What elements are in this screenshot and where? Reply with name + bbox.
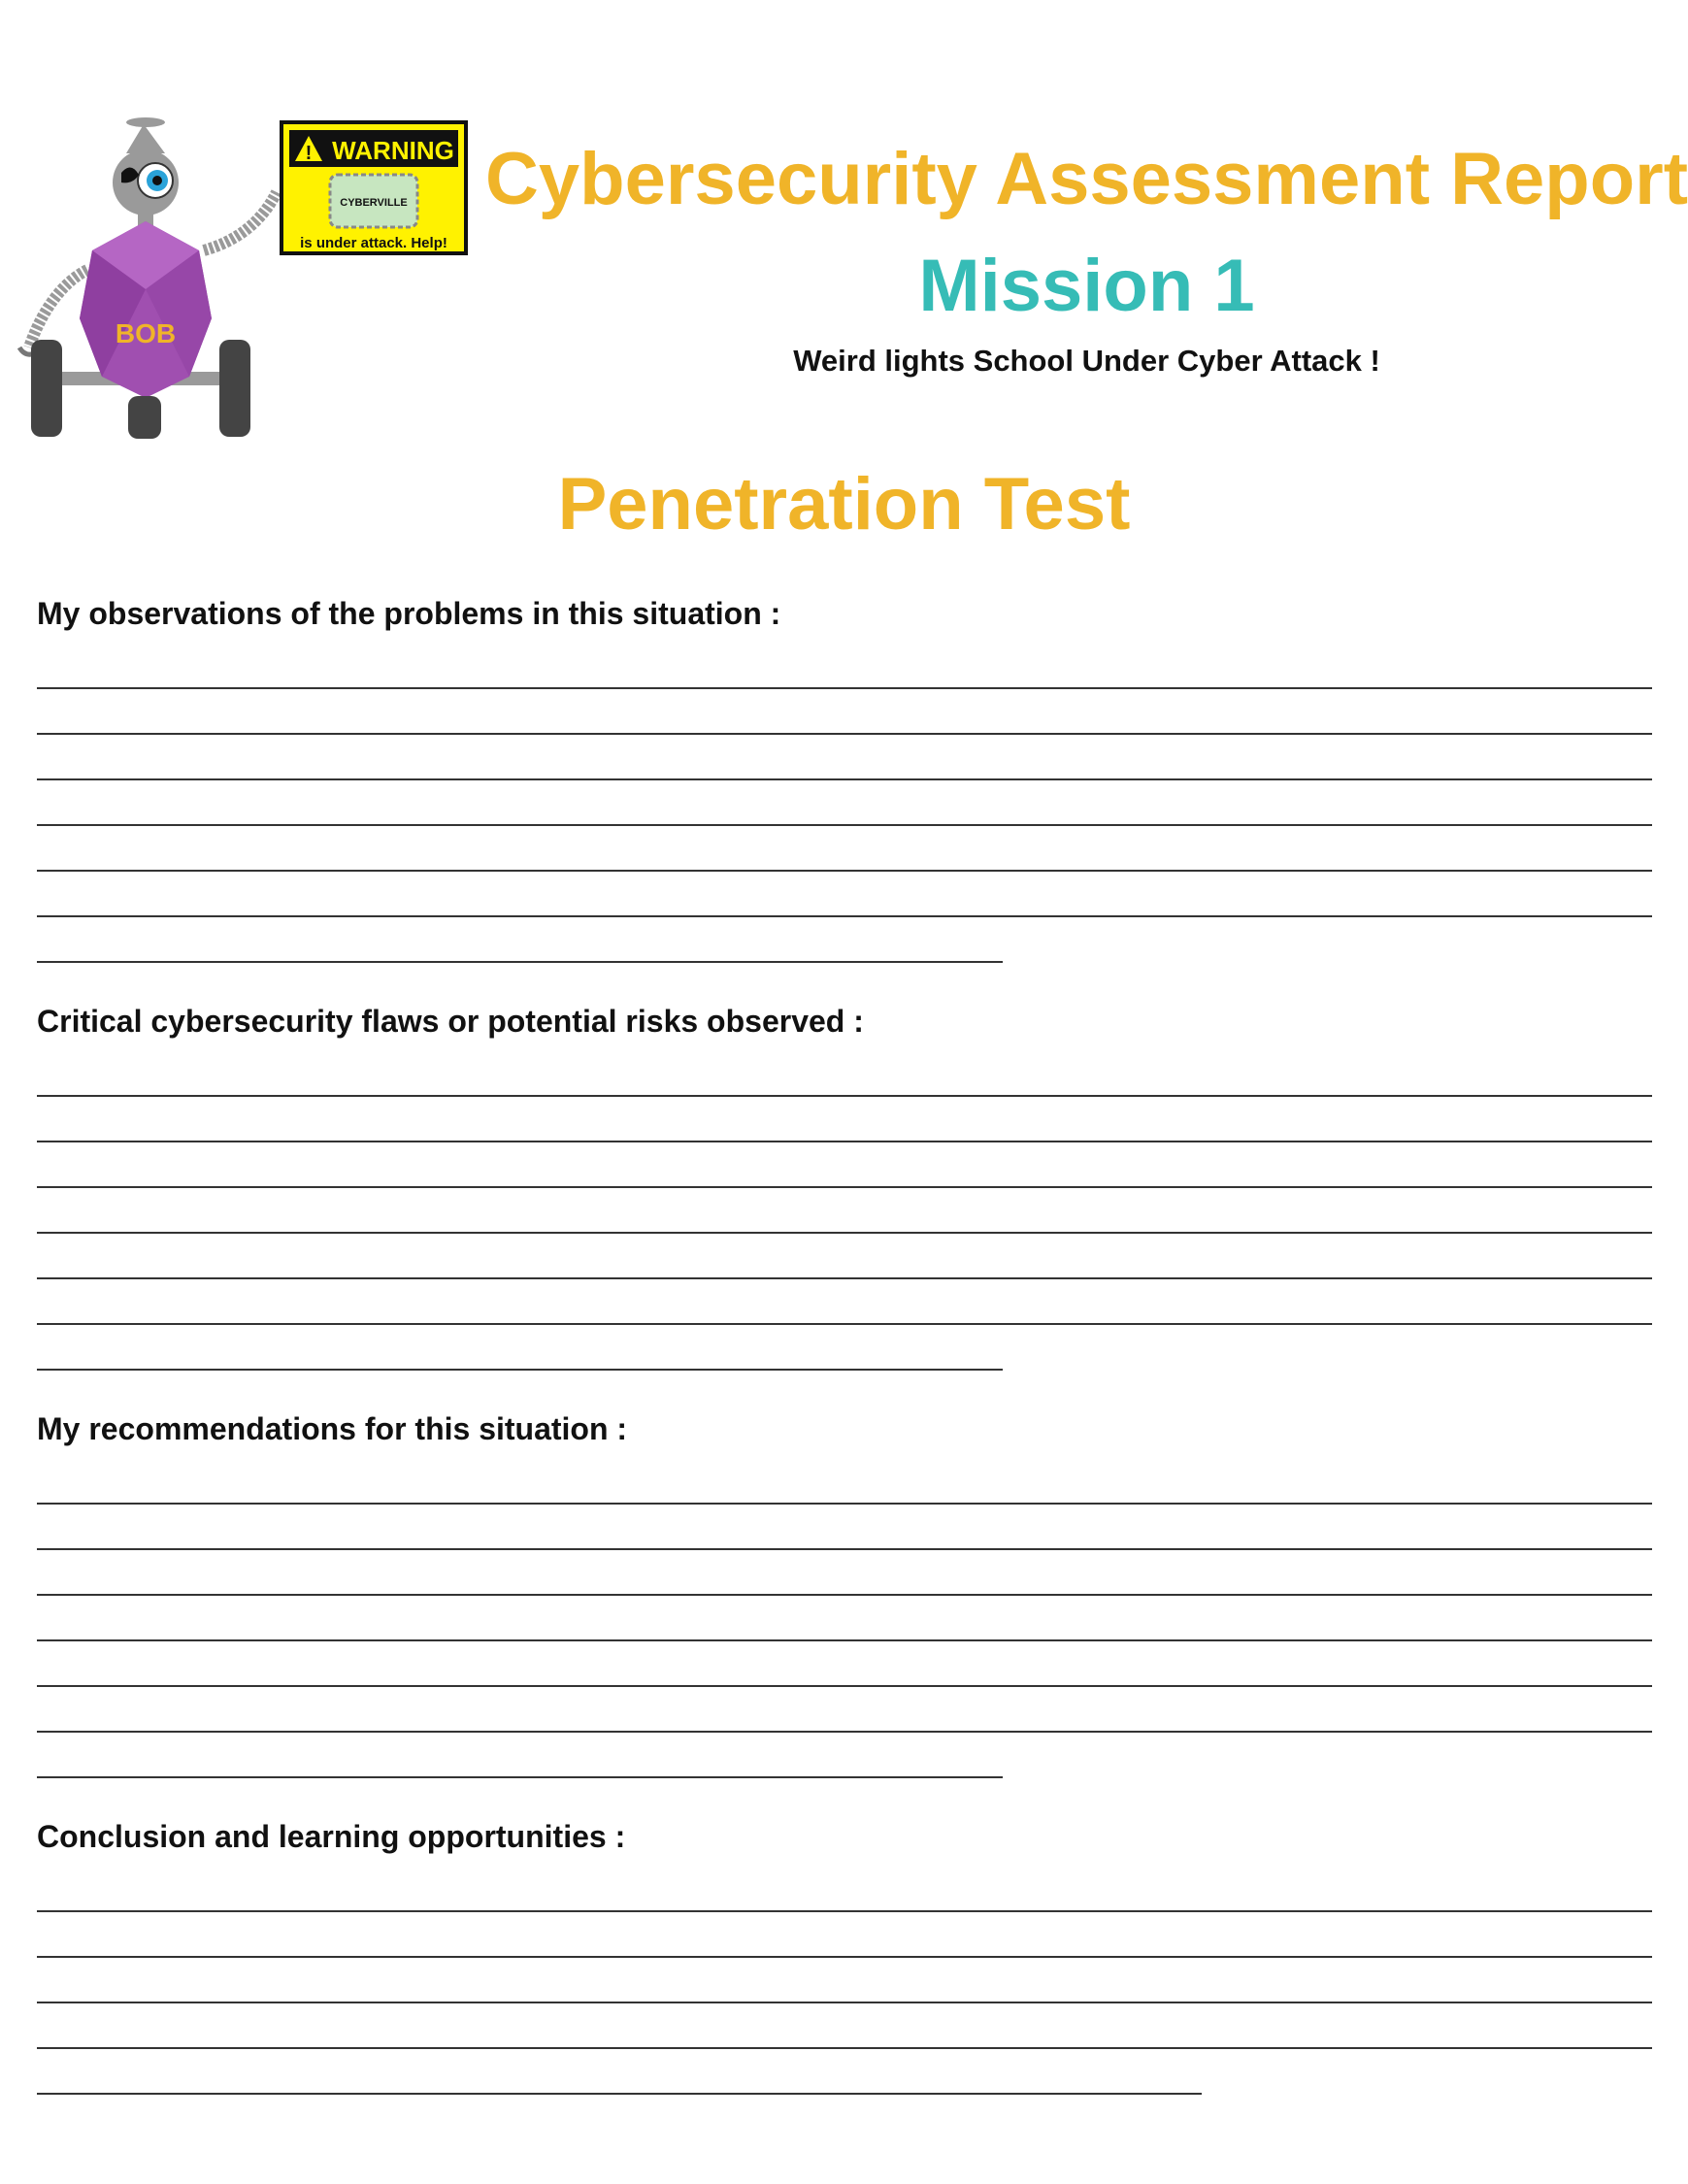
answer-line[interactable] xyxy=(37,2018,1652,2064)
answer-line[interactable] xyxy=(37,1111,1652,1157)
answer-line[interactable] xyxy=(37,1656,1652,1702)
bob-robot-mascot: BOB ! WARNING CYBERVILLE is under attack… xyxy=(17,117,468,439)
wheel-right xyxy=(219,340,250,437)
name-badge: BOB xyxy=(116,318,176,348)
section-prompt: My observations of the problems in this … xyxy=(37,596,781,631)
answer-line[interactable] xyxy=(37,658,1652,704)
answer-line[interactable] xyxy=(37,1702,1652,1747)
answer-line[interactable] xyxy=(37,1066,1652,1111)
answer-line[interactable] xyxy=(37,1747,1003,1793)
section-prompt: Critical cybersecurity flaws or potentia… xyxy=(37,1004,864,1039)
svg-text:CYBERVILLE: CYBERVILLE xyxy=(340,197,407,209)
section-recommendations: My recommendations for this situation : xyxy=(37,1409,1652,1793)
answer-line[interactable] xyxy=(37,1294,1652,1340)
section-prompt: Conclusion and learning opportunities : xyxy=(37,1819,626,1854)
section-observations: My observations of the problems in this … xyxy=(37,594,1652,977)
wheel-center xyxy=(128,396,161,439)
report-title: Cybersecurity Assessment Report xyxy=(485,138,1688,220)
svg-text:is under attack. Help!: is under attack. Help! xyxy=(300,235,447,251)
answer-line[interactable] xyxy=(37,932,1003,977)
answer-line[interactable] xyxy=(37,1473,1652,1519)
wheel-left xyxy=(31,340,62,437)
answer-line[interactable] xyxy=(37,749,1652,795)
mission-subtitle: Weird lights School Under Cyber Attack ! xyxy=(793,344,1380,378)
section-conclusion: Conclusion and learning opportunities : xyxy=(37,1817,1652,2109)
page-heading: Penetration Test xyxy=(557,463,1131,546)
section-risks: Critical cybersecurity flaws or potentia… xyxy=(37,1002,1652,1385)
answer-line[interactable] xyxy=(37,1610,1652,1656)
answer-line[interactable] xyxy=(37,1972,1652,2018)
warning-sign: ! WARNING CYBERVILLE is under attack. He… xyxy=(280,120,468,255)
answer-line[interactable] xyxy=(37,704,1652,749)
svg-text:WARNING: WARNING xyxy=(332,136,454,165)
answer-line[interactable] xyxy=(37,1927,1652,1972)
svg-text:!: ! xyxy=(306,143,313,164)
answer-line[interactable] xyxy=(37,1340,1003,1385)
answer-line[interactable] xyxy=(37,1881,1652,1927)
answer-line[interactable] xyxy=(37,886,1652,932)
answer-line[interactable] xyxy=(37,795,1652,841)
answer-line[interactable] xyxy=(37,1248,1652,1294)
mission-label: Mission 1 xyxy=(918,245,1255,327)
section-prompt: My recommendations for this situation : xyxy=(37,1411,628,1446)
answer-line[interactable] xyxy=(37,841,1652,886)
answer-line[interactable] xyxy=(37,2064,1202,2109)
answer-line[interactable] xyxy=(37,1565,1652,1610)
answer-line[interactable] xyxy=(37,1203,1652,1248)
answer-line[interactable] xyxy=(37,1157,1652,1203)
answer-line[interactable] xyxy=(37,1519,1652,1565)
